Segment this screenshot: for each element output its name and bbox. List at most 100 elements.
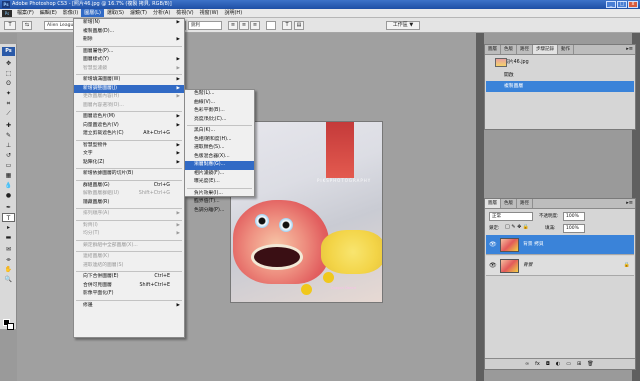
- visibility-eye-icon[interactable]: 👁: [489, 241, 497, 248]
- blur-tool-icon[interactable]: 💧: [2, 181, 15, 190]
- adjust-menu-item[interactable]: 選取顏色(S)...: [185, 144, 254, 153]
- layer-menu-item[interactable]: 影像平面化(F): [74, 290, 184, 299]
- background-color-swatch[interactable]: [7, 323, 14, 330]
- history-step[interactable]: 開啟: [486, 70, 634, 81]
- new-layer-icon[interactable]: ⊞: [577, 361, 581, 367]
- text-color-swatch[interactable]: [266, 21, 276, 30]
- layer-menu-item[interactable]: 合併可見圖層 Shift+Ctrl+E: [74, 282, 184, 291]
- panel-tab[interactable]: 步驟記錄: [533, 45, 558, 54]
- minimize-button[interactable]: _: [606, 1, 616, 8]
- panel-tab[interactable]: 動作: [558, 45, 574, 54]
- pen-tool-icon[interactable]: ✒: [2, 203, 15, 212]
- layer-menu-item[interactable]: 新增調整圖層(J) ▶: [74, 84, 184, 93]
- trash-icon[interactable]: 🗑: [587, 361, 593, 367]
- adjust-menu-item[interactable]: 亮度/對比(C)...: [185, 116, 254, 125]
- menu-5[interactable]: 濾鏡(T): [127, 9, 150, 17]
- panel-menu-icon[interactable]: ▸≡: [626, 200, 633, 207]
- panel-tab[interactable]: 色版: [501, 45, 517, 54]
- brush-tool-icon[interactable]: ✎: [2, 131, 15, 140]
- dodge-tool-icon[interactable]: ●: [2, 191, 15, 200]
- folder-icon[interactable]: ▭: [566, 361, 571, 367]
- link-icon[interactable]: ∞: [525, 361, 529, 367]
- hand-tool-icon[interactable]: ✋: [2, 265, 15, 274]
- zoom-tool-icon[interactable]: 🔍: [2, 275, 15, 284]
- adjust-menu-item[interactable]: 色彩平衡(B)...: [185, 107, 254, 116]
- adjust-menu-item[interactable]: 曝光度(E)...: [185, 178, 254, 187]
- adjust-icon[interactable]: ◐: [556, 361, 560, 367]
- healing-brush-icon[interactable]: ✚: [2, 121, 15, 130]
- adjust-menu-item[interactable]: 色階(L)...: [185, 90, 254, 99]
- adjust-menu-item[interactable]: 臨界值(T)...: [185, 198, 254, 207]
- panel-tab[interactable]: 路徑: [517, 199, 533, 208]
- layer-menu-item[interactable]: 複製圖層(D)...: [74, 28, 184, 37]
- menu-8[interactable]: 視窗(W): [197, 9, 222, 17]
- shape-tool-icon[interactable]: ▬: [2, 233, 15, 242]
- adjust-menu-item[interactable]: 漸層對應(G)...: [185, 161, 254, 170]
- layer-menu-item[interactable]: 點陣化(Z) ▶: [74, 159, 184, 168]
- opacity-input[interactable]: 100%: [563, 212, 585, 221]
- close-button[interactable]: x: [628, 1, 638, 8]
- path-select-tool-icon[interactable]: ▸: [2, 223, 15, 232]
- blend-mode-select[interactable]: 正常: [489, 212, 533, 221]
- menu-0[interactable]: 檔案(F): [14, 9, 37, 17]
- adjust-menu-item[interactable]: 色版混合器(X)...: [185, 153, 254, 162]
- panel-menu-icon[interactable]: ▸≡: [626, 46, 633, 53]
- history-step-selected[interactable]: 複製圖層: [486, 81, 634, 92]
- layer-menu-item[interactable]: 圖層樣式(Y) ▶: [74, 56, 184, 65]
- orientation-toggle-icon[interactable]: ⇆: [22, 21, 32, 30]
- layer-menu-item[interactable]: 向下合併圖層(E) Ctrl+E: [74, 273, 184, 282]
- panel-tab[interactable]: 圖層: [485, 199, 501, 208]
- layer-menu-item[interactable]: 圖層屬性(P)...: [74, 48, 184, 57]
- layer-menu-item[interactable]: 隱藏圖層(R): [74, 199, 184, 208]
- notes-tool-icon[interactable]: ✉: [2, 245, 15, 254]
- adjust-menu-item[interactable]: 色調分離(P)...: [185, 207, 254, 216]
- layer-menu-item[interactable]: 新增(N) ▶: [74, 19, 184, 28]
- adjust-menu-item[interactable]: 黑白(K)...: [185, 127, 254, 136]
- history-brush-icon[interactable]: ↺: [2, 151, 15, 160]
- layer-row-background[interactable]: 👁 背景 🔒: [486, 256, 634, 276]
- layer-menu-item[interactable]: 向量圖遮色片(V) ▶: [74, 122, 184, 131]
- eraser-tool-icon[interactable]: ▭: [2, 161, 15, 170]
- ps-menu-icon[interactable]: Ps: [2, 10, 12, 17]
- menu-4[interactable]: 選取(S): [104, 9, 127, 17]
- layer-menu-item[interactable]: 文字 ▶: [74, 150, 184, 159]
- layer-menu-item[interactable]: 刪除 ▶: [74, 36, 184, 45]
- magic-wand-tool-icon[interactable]: ✦: [2, 89, 15, 98]
- history-snapshot[interactable]: 照片46.jpg: [486, 57, 634, 68]
- layer-menu-item[interactable]: 建立剪裁遮色片(C) Alt+Ctrl+G: [74, 130, 184, 139]
- menu-3[interactable]: 圖層(L): [81, 9, 104, 17]
- layer-menu-item[interactable]: 新增依據圖層的切片(B): [74, 170, 184, 179]
- gradient-tool-icon[interactable]: ▦: [2, 171, 15, 180]
- menu-6[interactable]: 分析(A): [150, 9, 173, 17]
- visibility-eye-icon[interactable]: 👁: [489, 262, 497, 269]
- layer-menu-item[interactable]: 圖層遮色片(M) ▶: [74, 113, 184, 122]
- adjust-menu-item[interactable]: 負片效果(I)...: [185, 190, 254, 199]
- align-left-icon[interactable]: ≡: [228, 21, 238, 30]
- adjust-menu-item[interactable]: 色相/飽和度(H)...: [185, 136, 254, 145]
- panel-tab[interactable]: 圖層: [485, 45, 501, 54]
- layer-row-background-copy[interactable]: 👁 背景 拷貝: [486, 235, 634, 255]
- eyedropper-tool-icon[interactable]: ⌯: [2, 255, 15, 264]
- move-tool-icon[interactable]: ✥: [2, 59, 15, 68]
- adjust-menu-item[interactable]: 相片濾鏡(F)...: [185, 170, 254, 179]
- antialias-select[interactable]: 銳利: [188, 21, 222, 30]
- layer-menu-item[interactable]: 新增填滿圖層(W) ▶: [74, 76, 184, 85]
- slice-tool-icon[interactable]: ⟋: [2, 109, 15, 118]
- align-center-icon[interactable]: ≡: [239, 21, 249, 30]
- maximize-button[interactable]: □: [617, 1, 627, 8]
- menu-2[interactable]: 影像(I): [60, 9, 81, 17]
- align-right-icon[interactable]: ≡: [250, 21, 260, 30]
- crop-tool-icon[interactable]: ⌗: [2, 99, 15, 108]
- panel-tab[interactable]: 路徑: [517, 45, 533, 54]
- character-panel-icon[interactable]: ▤: [294, 21, 304, 30]
- type-tool-icon[interactable]: T: [2, 213, 15, 222]
- stamp-tool-icon[interactable]: ⊥: [2, 141, 15, 150]
- fx-icon[interactable]: fx: [535, 361, 540, 367]
- workspace-button[interactable]: 工作區 ▼: [386, 21, 420, 30]
- layer-menu-item[interactable]: 智慧型物件 ▶: [74, 142, 184, 151]
- panel-tab[interactable]: 色版: [501, 199, 517, 208]
- menu-9[interactable]: 說明(H): [221, 9, 245, 17]
- menu-7[interactable]: 檢視(V): [173, 9, 196, 17]
- adjust-menu-item[interactable]: 曲線(V)...: [185, 99, 254, 108]
- layer-menu-item[interactable]: 修邊 ▶: [74, 302, 184, 311]
